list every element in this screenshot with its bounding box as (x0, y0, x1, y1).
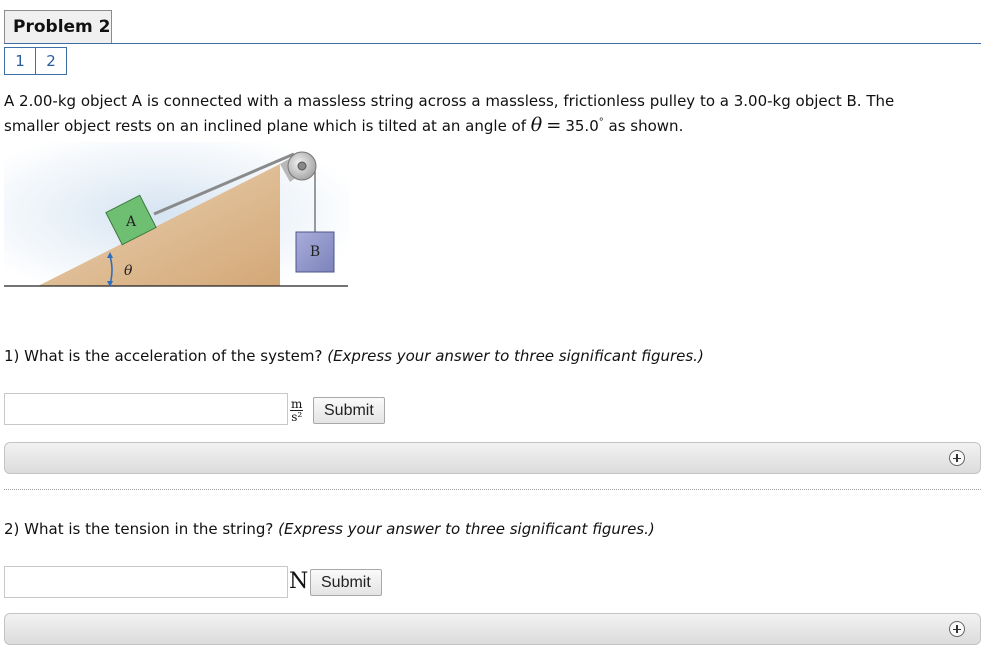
answer-1-expander[interactable] (4, 442, 981, 474)
incline-pulley-figure: A B θ (4, 142, 350, 287)
question-1: 1) What is the acceleration of the syste… (4, 346, 704, 366)
unit-meters-per-second-squared: m s² (290, 398, 304, 424)
statement-suffix: as shown. (603, 117, 684, 135)
theta-symbol: θ (530, 114, 543, 136)
page-selector: 1 2 (4, 47, 67, 75)
unit-newtons: N (289, 569, 309, 594)
question-2: 2) What is the tension in the string? (E… (4, 519, 655, 539)
question-separator (4, 489, 981, 490)
problem-statement-line-2: smaller object rests on an inclined plan… (4, 112, 974, 137)
submit-answer-2-button[interactable]: Submit (310, 569, 382, 596)
question-2-prompt: 2) What is the tension in the string? (4, 520, 279, 538)
problem-statement-line-1: A 2.00-kg object A is connected with a m… (4, 92, 895, 110)
problem-statement: A 2.00-kg object A is connected with a m… (4, 91, 974, 137)
plus-circle-icon[interactable] (949, 621, 965, 637)
plus-circle-icon[interactable] (949, 450, 965, 466)
unit-denominator: s² (291, 410, 303, 424)
submit-answer-1-button[interactable]: Submit (313, 397, 385, 424)
block-a-label: A (125, 214, 137, 230)
page-button-2[interactable]: 2 (35, 47, 67, 75)
question-1-hint: (Express your answer to three significan… (327, 347, 704, 365)
block-b-label: B (310, 244, 320, 260)
angle-label: θ (124, 263, 133, 279)
equals-sign: = (546, 115, 562, 136)
answer-2-input[interactable] (4, 566, 288, 598)
answer-2-expander[interactable] (4, 613, 981, 645)
question-2-hint: (Express your answer to three significan… (278, 520, 655, 538)
answer-1-input[interactable] (4, 393, 288, 425)
angle-value: 35.0 (565, 117, 599, 135)
problem-title-tab: Problem 2 (4, 10, 112, 43)
pulley-hub (297, 161, 307, 171)
page-button-1[interactable]: 1 (4, 47, 36, 75)
question-1-prompt: 1) What is the acceleration of the syste… (4, 347, 328, 365)
header-divider (4, 43, 981, 44)
statement-text: smaller object rests on an inclined plan… (4, 117, 531, 135)
